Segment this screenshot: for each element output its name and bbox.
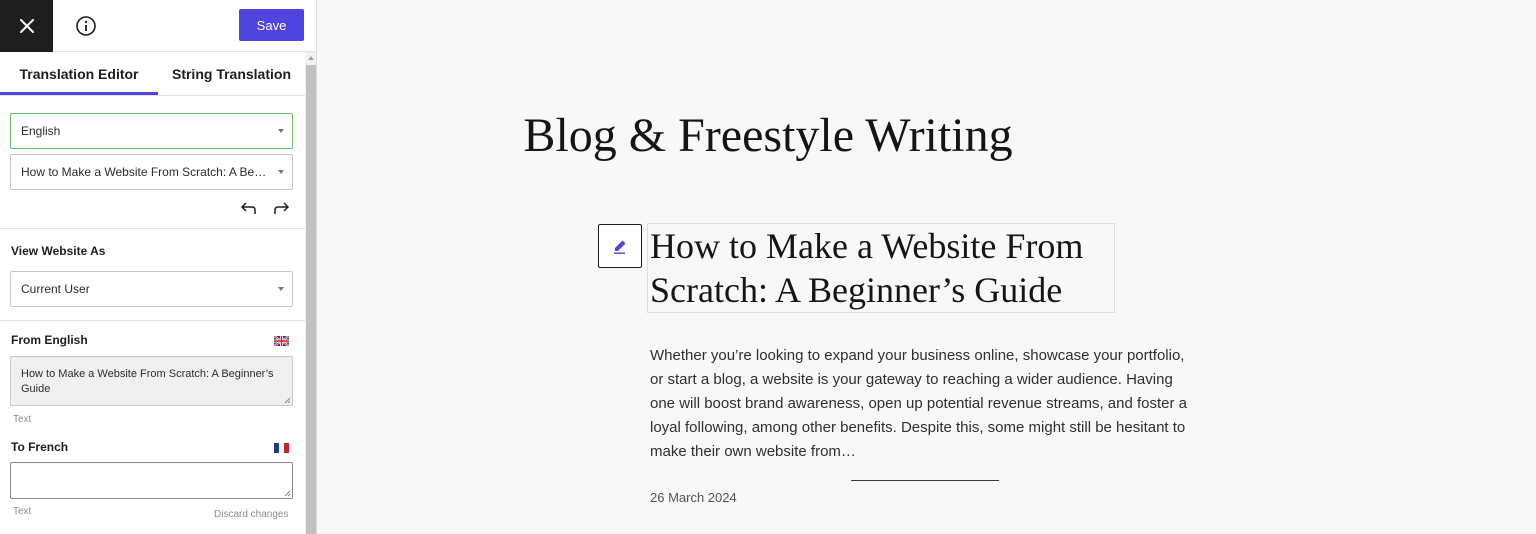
page-string-select-value: How to Make a Website From Scratch: A Be… <box>21 165 268 179</box>
edit-translation-button[interactable] <box>598 224 642 268</box>
chevron-down-icon <box>278 170 284 174</box>
post-excerpt: Whether you’re looking to expand your bu… <box>650 347 1187 460</box>
active-tab-indicator <box>0 92 158 95</box>
redo-button[interactable] <box>271 200 291 218</box>
language-select-value: English <box>21 124 61 138</box>
tab-string-translation[interactable]: String Translation <box>158 52 305 96</box>
pencil-icon <box>614 240 626 254</box>
divider <box>0 320 305 321</box>
discard-changes-link[interactable]: Discard changes <box>214 509 288 520</box>
separator-line <box>851 480 999 481</box>
uk-flag-icon <box>274 336 289 346</box>
info-button[interactable] <box>74 14 98 38</box>
from-language-title: From English <box>11 333 88 347</box>
sidebar-topbar: Save <box>0 0 316 52</box>
target-type-label: Text <box>13 506 32 517</box>
site-title: Blog & Freestyle Writing <box>523 109 1013 162</box>
sidebar-scrollbar[interactable] <box>305 52 316 534</box>
view-as-select[interactable]: Current User <box>10 271 293 307</box>
translation-textarea[interactable] <box>10 462 293 499</box>
chevron-down-icon <box>278 287 284 291</box>
source-text-box: How to Make a Website From Scratch: A Be… <box>10 356 293 406</box>
chevron-down-icon <box>278 129 284 133</box>
close-button[interactable] <box>0 0 53 52</box>
resize-grip-icon[interactable] <box>284 397 291 404</box>
to-language-title: To French <box>11 440 69 454</box>
resize-grip-icon[interactable] <box>284 490 291 497</box>
editor-tabs: Translation Editor String Translation <box>0 52 305 96</box>
undo-icon <box>240 202 256 214</box>
redo-icon <box>274 202 290 214</box>
view-as-title: View Website As <box>11 244 106 258</box>
scroll-up-icon[interactable] <box>308 56 314 60</box>
source-type-label: Text <box>13 414 32 425</box>
divider <box>0 228 305 229</box>
translation-sidebar: Save Translation Editor String Translati… <box>0 0 317 534</box>
france-flag-icon <box>274 443 289 453</box>
post-title[interactable]: How to Make a Website From Scratch: A Be… <box>647 223 1115 313</box>
info-icon <box>76 16 96 36</box>
language-select[interactable]: English <box>10 113 293 149</box>
close-icon <box>19 19 34 33</box>
page-string-select[interactable]: How to Make a Website From Scratch: A Be… <box>10 154 293 190</box>
tab-translation-editor[interactable]: Translation Editor <box>0 52 158 96</box>
scroll-thumb[interactable] <box>306 65 316 534</box>
save-button[interactable]: Save <box>239 9 304 41</box>
source-text: How to Make a Website From Scratch: A Be… <box>21 368 274 395</box>
post-date: 26 March 2024 <box>650 490 737 505</box>
view-as-select-value: Current User <box>21 282 90 296</box>
undo-button[interactable] <box>239 200 259 218</box>
